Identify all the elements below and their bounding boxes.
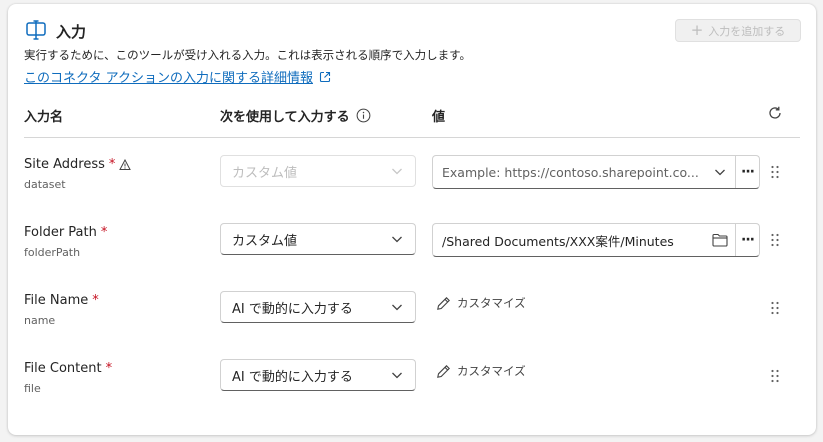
input-key: file bbox=[24, 382, 41, 395]
learn-more-link[interactable]: このコネクタ アクションの入力に関する詳細情報 bbox=[24, 67, 331, 86]
column-header-name: 入力名 bbox=[24, 110, 64, 125]
input-name-folder-path: Folder Path * bbox=[24, 225, 107, 240]
learn-more-label: このコネクタ アクションの入力に関する詳細情報 bbox=[24, 71, 313, 86]
column-header-fill-using-label: 次を使用して入力する bbox=[220, 110, 350, 125]
input-key: dataset bbox=[24, 178, 66, 191]
column-header-fill-using: 次を使用して入力する bbox=[220, 106, 371, 125]
customize-button[interactable]: カスタマイズ bbox=[436, 363, 526, 379]
drag-handle-icon[interactable] bbox=[770, 300, 780, 316]
value-placeholder: Example: https://contoso.sharepoint.co..… bbox=[442, 164, 699, 180]
fill-method-select[interactable]: カスタム値 bbox=[220, 155, 416, 187]
plus-icon: + bbox=[690, 21, 704, 39]
customize-button[interactable]: カスタマイズ bbox=[436, 295, 526, 311]
value-input[interactable]: /Shared Documents/XXX案件/Minutes ··· bbox=[432, 223, 760, 257]
browse-folder-button[interactable] bbox=[705, 233, 735, 247]
external-link-icon bbox=[319, 71, 331, 82]
pencil-icon bbox=[437, 296, 450, 310]
input-name-file-content: File Content * bbox=[24, 361, 112, 376]
column-header-value: 値 bbox=[432, 110, 446, 125]
fill-method-select[interactable]: AI で動的に入力する bbox=[220, 291, 416, 323]
chevron-down-icon bbox=[392, 236, 402, 243]
add-input-label: 入力を追加する bbox=[708, 24, 786, 38]
refresh-icon[interactable] bbox=[767, 105, 783, 121]
more-options-button[interactable]: ··· bbox=[735, 224, 759, 256]
input-name-site-address: Site Address * bbox=[24, 157, 132, 172]
value-text: /Shared Documents/XXX案件/Minutes bbox=[442, 233, 674, 249]
warning-icon bbox=[119, 158, 132, 170]
required-marker: * bbox=[108, 157, 116, 172]
fill-method-value: AI で動的に入力する bbox=[232, 301, 353, 317]
header-divider bbox=[24, 137, 800, 138]
input-name-file-name: File Name * bbox=[24, 293, 99, 308]
drag-handle-icon[interactable] bbox=[770, 232, 780, 248]
input-name-label: File Content bbox=[24, 361, 102, 376]
chevron-down-icon bbox=[392, 372, 402, 379]
fill-method-select[interactable]: AI で動的に入力する bbox=[220, 359, 416, 391]
input-key: folderPath bbox=[24, 246, 81, 259]
chevron-down-icon bbox=[715, 169, 725, 176]
value-input[interactable]: Example: https://contoso.sharepoint.co..… bbox=[432, 155, 760, 189]
inputs-card: 入力 + 入力を追加する 実行するために、このツールが受け入れる入力。これは表示… bbox=[8, 4, 816, 435]
input-panel-icon bbox=[26, 20, 46, 40]
fill-method-select[interactable]: カスタム値 bbox=[220, 223, 416, 255]
input-name-label: Folder Path bbox=[24, 225, 97, 240]
required-marker: * bbox=[92, 293, 99, 308]
more-options-button[interactable]: ··· bbox=[735, 156, 759, 188]
pencil-icon bbox=[437, 364, 450, 378]
panel-title: 入力 bbox=[56, 23, 87, 41]
value-dropdown[interactable] bbox=[705, 165, 735, 179]
fill-method-value: カスタム値 bbox=[232, 165, 298, 181]
folder-icon bbox=[712, 233, 728, 247]
customize-label: カスタマイズ bbox=[457, 296, 526, 310]
info-icon[interactable] bbox=[356, 108, 371, 123]
customize-label: カスタマイズ bbox=[457, 364, 526, 378]
input-name-label: File Name bbox=[24, 293, 89, 308]
panel-description: 実行するために、このツールが受け入れる入力。これは表示される順序で入力します。 bbox=[24, 48, 472, 62]
drag-handle-icon[interactable] bbox=[770, 368, 780, 384]
required-marker: * bbox=[105, 361, 113, 376]
required-marker: * bbox=[100, 225, 108, 240]
fill-method-value: AI で動的に入力する bbox=[232, 369, 353, 385]
fill-method-value: カスタム値 bbox=[232, 233, 298, 249]
input-name-label: Site Address bbox=[24, 157, 105, 172]
add-input-button[interactable]: + 入力を追加する bbox=[675, 19, 801, 42]
chevron-down-icon bbox=[392, 168, 402, 175]
input-key: name bbox=[24, 314, 56, 327]
chevron-down-icon bbox=[392, 304, 402, 311]
drag-handle-icon[interactable] bbox=[770, 164, 780, 180]
